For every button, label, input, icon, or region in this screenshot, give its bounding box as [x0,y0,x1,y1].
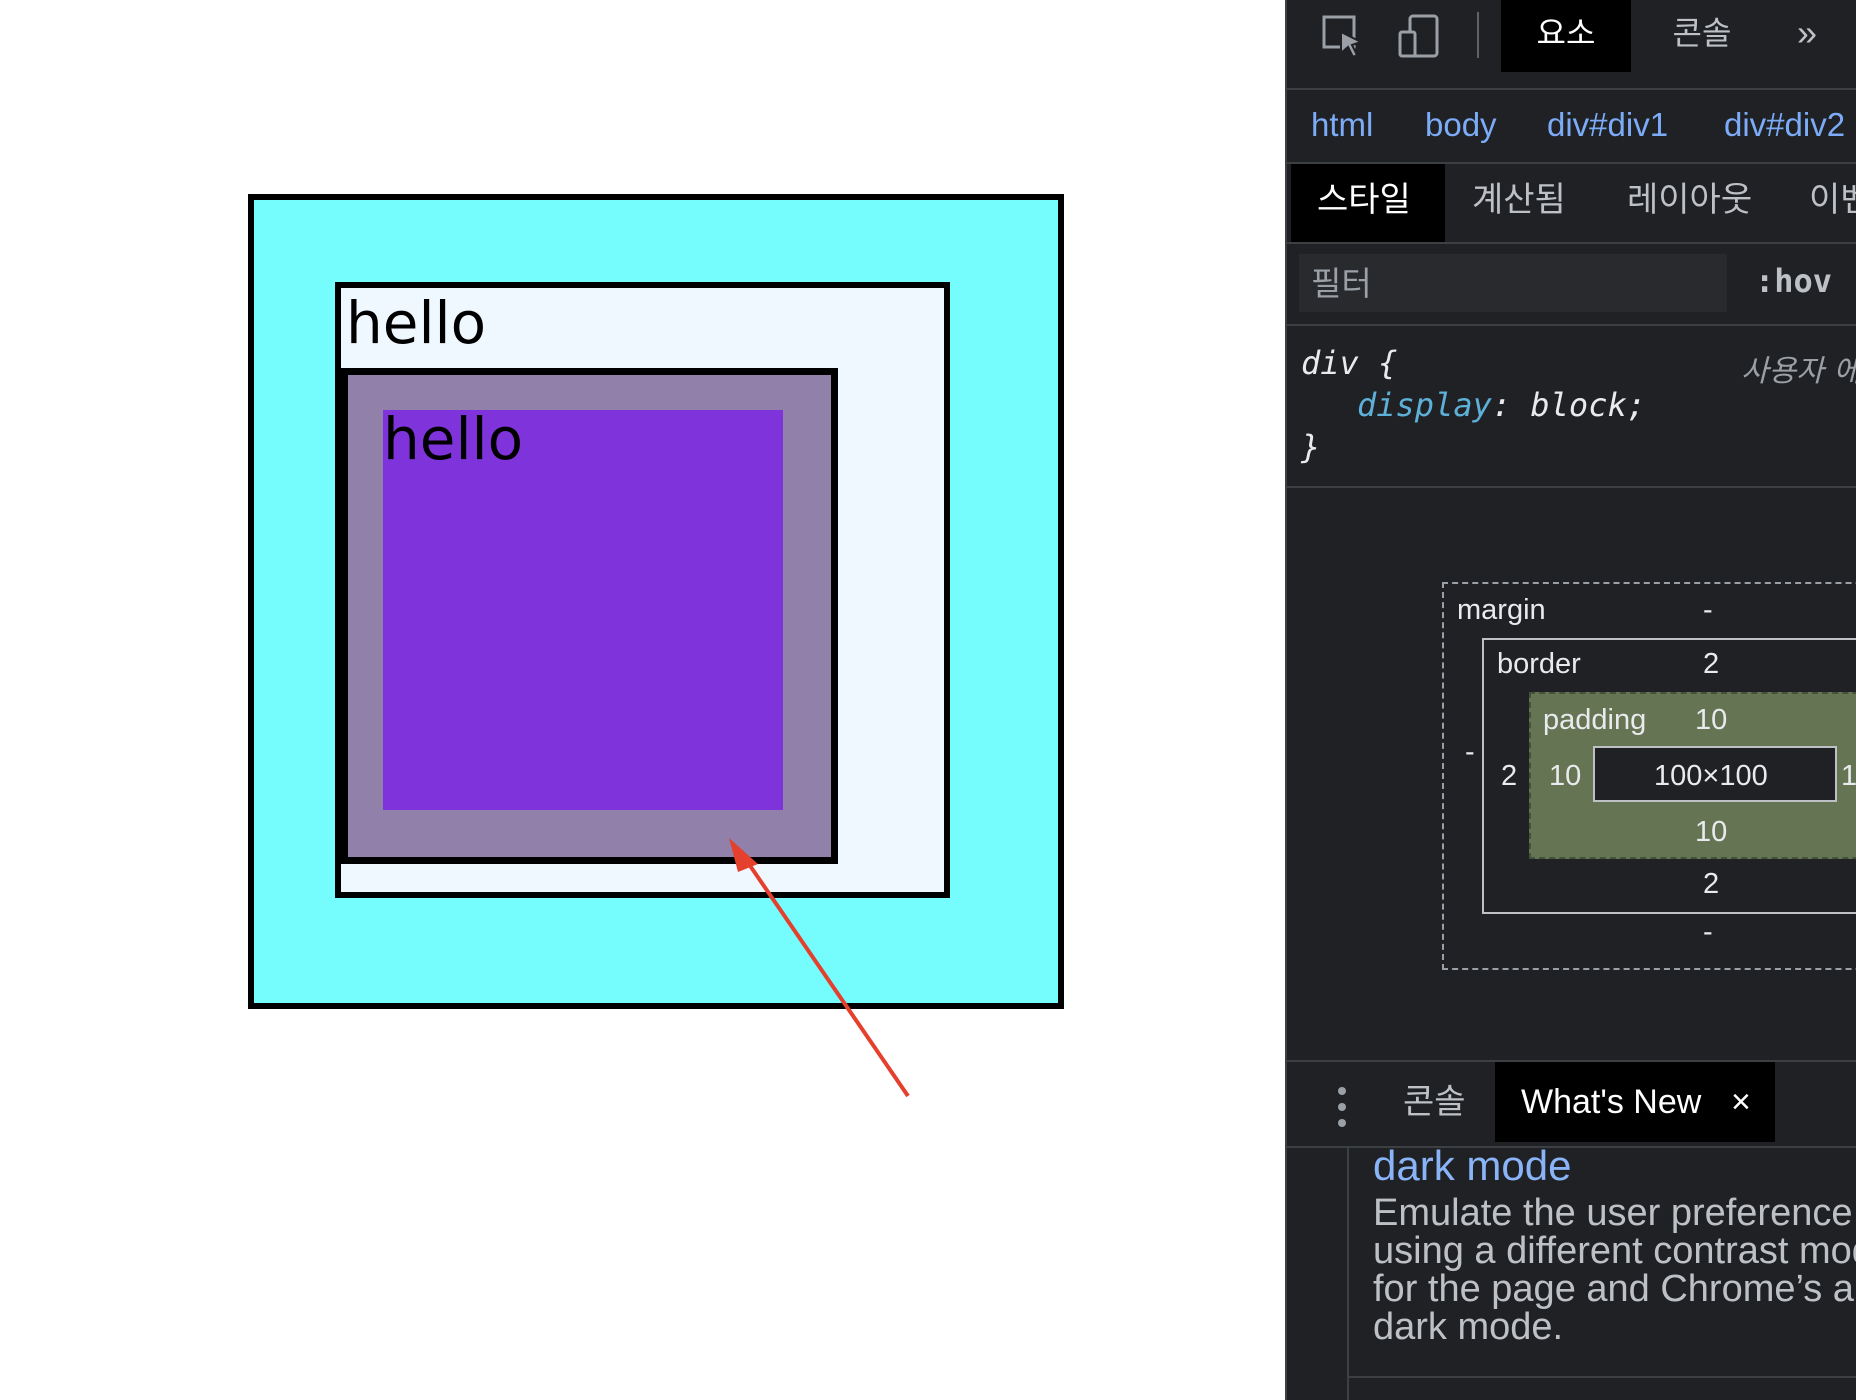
tab-styles[interactable]: 스타일 [1291,164,1445,242]
hover-state-toggle[interactable]: :hov [1755,262,1832,300]
tab-console[interactable]: 콘솔 [1637,0,1767,72]
border-top-value[interactable]: 2 [1703,648,1719,681]
devtools-toolbar: 요소 콘솔 » [1287,0,1856,90]
toolbar-separator [1477,12,1479,58]
rule-origin: 사용자 에 [1741,354,1856,389]
tab-event-listeners[interactable]: 이벤 [1809,164,1856,242]
whats-new-body: Emulate the user preference on using a d… [1373,1192,1856,1348]
whats-new-content: dark mode Emulate the user preference on… [1347,1142,1856,1400]
rule-value: block; [1511,386,1646,424]
drawer-tabbar: 콘솔 What's New × [1287,1060,1856,1148]
whats-new-title[interactable]: dark mode [1373,1142,1571,1190]
style-rule: div { 사용자 에 display: block; } [1287,336,1856,488]
tab-computed[interactable]: 계산됨 [1472,164,1566,242]
border-bottom-value[interactable]: 2 [1703,868,1719,901]
tab-elements[interactable]: 요소 [1501,0,1631,72]
breadcrumb-div1[interactable]: div#div1 [1547,106,1668,144]
box-model-diagram: margin - - - border 2 2 2 padding 10 10 … [1287,488,1856,1058]
rule-selector[interactable]: div { [1301,344,1397,382]
padding-label: padding [1543,704,1647,736]
inspect-cursor-icon[interactable] [1321,14,1365,58]
styles-filter-row: :hov [1287,244,1856,326]
page-viewport: hello hello [0,0,1285,1400]
rule-declaration[interactable]: display: block; [1357,386,1646,424]
padding-left-value[interactable]: 10 [1549,760,1581,793]
devtools-panel: 요소 콘솔 » html body div#div1 div#div2 스타일 … [1285,0,1856,1400]
margin-left-value[interactable]: - [1465,736,1475,769]
breadcrumb: html body div#div1 div#div2 [1287,90,1856,164]
padding-bottom-value[interactable]: 10 [1695,816,1727,849]
margin-bottom-value[interactable]: - [1703,916,1713,949]
drawer-tab-console[interactable]: 콘솔 [1403,1062,1466,1142]
close-icon[interactable]: × [1731,1062,1751,1142]
border-label: border [1497,648,1581,680]
padding-top-value[interactable]: 10 [1695,704,1727,737]
more-tabs-icon[interactable]: » [1782,0,1832,72]
margin-top-value[interactable]: - [1703,594,1713,627]
div2-hello-text: hello [346,289,487,357]
border-left-value[interactable]: 2 [1501,760,1517,793]
rule-colon: : [1491,386,1512,424]
divider [1347,1376,1856,1378]
div3-box[interactable]: hello [341,368,838,864]
margin-label: margin [1457,594,1546,626]
styles-panel-tabs: 스타일 계산됨 레이아웃 이벤 [1287,164,1856,244]
content-size-value[interactable]: 100×100 [1654,760,1768,793]
drawer-tab-whats-new[interactable]: What's New × [1495,1062,1775,1142]
padding-right-value[interactable]: 1 [1841,760,1856,793]
breadcrumb-body[interactable]: body [1425,106,1497,144]
div3-content: hello [383,410,783,810]
div2-box[interactable]: hello hello [335,282,950,898]
filter-input[interactable] [1299,254,1727,312]
drawer-menu-icon[interactable] [1337,1086,1347,1128]
device-toggle-icon[interactable] [1397,14,1441,58]
div3-hello-text: hello [383,405,524,473]
tab-layout[interactable]: 레이아웃 [1627,164,1752,242]
rule-property: display [1357,386,1492,424]
drawer-tab-whats-new-label: What's New [1521,1083,1702,1121]
div1-box[interactable]: hello hello [248,194,1064,1009]
rule-close: } [1301,428,1321,466]
breadcrumb-div2[interactable]: div#div2 [1724,106,1845,144]
breadcrumb-html[interactable]: html [1311,106,1373,144]
